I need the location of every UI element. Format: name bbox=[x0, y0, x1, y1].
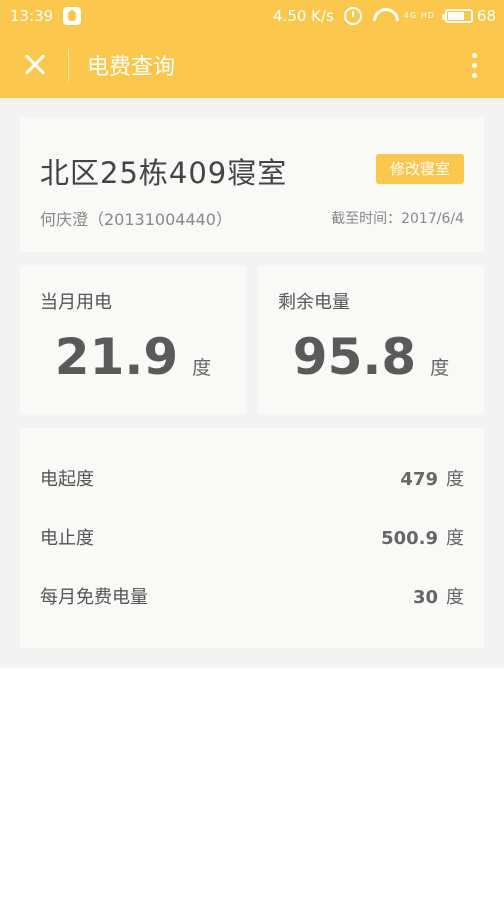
network-speed: 4.50 K/s bbox=[273, 7, 334, 25]
signal-icon: 4G HD bbox=[403, 11, 435, 20]
status-time: 13:39 bbox=[10, 7, 54, 25]
close-icon[interactable] bbox=[0, 32, 68, 98]
monthly-usage-label: 当月用电 bbox=[40, 292, 112, 313]
cutoff-date: 截至时间：2017/6/4 bbox=[331, 211, 464, 227]
detail-number: 30 bbox=[412, 587, 438, 608]
detail-value: 30 度 bbox=[413, 583, 464, 609]
app-bar: 电费查询 bbox=[0, 32, 504, 98]
battery-icon bbox=[441, 9, 473, 23]
remaining-power-label: 剩余电量 bbox=[278, 292, 350, 313]
wifi-icon bbox=[372, 8, 394, 24]
room-card: 北区25栋409寝室 修改寝室 何庆澄（20131004440） 截至时间：20… bbox=[20, 118, 484, 252]
status-bar: 13:39 4.50 K/s 4G HD 68 bbox=[0, 0, 504, 32]
remaining-power-number: 95.8 bbox=[292, 328, 417, 386]
detail-row-free-quota: 每月免费电量 30 度 bbox=[40, 581, 464, 611]
battery-indicator: 68 bbox=[441, 7, 496, 25]
monthly-usage-number: 21.9 bbox=[54, 328, 179, 386]
appbar-divider bbox=[68, 49, 69, 81]
main-content: 北区25栋409寝室 修改寝室 何庆澄（20131004440） 截至时间：20… bbox=[0, 98, 504, 668]
more-vertical-icon[interactable] bbox=[444, 32, 504, 98]
edit-room-button[interactable]: 修改寝室 bbox=[375, 154, 464, 184]
detail-value: 500.9 度 bbox=[381, 524, 464, 550]
page-title: 电费查询 bbox=[87, 55, 176, 80]
detail-label: 电起度 bbox=[40, 469, 94, 490]
detail-number: 500.9 bbox=[381, 528, 438, 549]
detail-row-end-reading: 电止度 500.9 度 bbox=[40, 522, 464, 552]
battery-percent: 68 bbox=[476, 7, 496, 25]
detail-label: 每月免费电量 bbox=[40, 587, 148, 608]
meter-detail-card: 电起度 479 度 电止度 500.9 度 每月免费电量 30 度 bbox=[20, 428, 484, 648]
remaining-power-unit: 度 bbox=[430, 357, 450, 379]
detail-number: 479 bbox=[400, 469, 438, 490]
detail-unit: 度 bbox=[446, 528, 464, 549]
room-name: 北区25栋409寝室 bbox=[40, 156, 288, 190]
detail-value: 479 度 bbox=[400, 465, 464, 491]
user-info: 何庆澄（20131004440） bbox=[40, 210, 232, 229]
monthly-usage-unit: 度 bbox=[192, 357, 212, 379]
alarm-icon bbox=[343, 7, 362, 25]
remaining-power-card: 剩余电量 95.8 度 bbox=[258, 266, 484, 414]
monthly-usage-value: 21.9 度 bbox=[20, 332, 246, 382]
detail-unit: 度 bbox=[446, 587, 464, 608]
detail-label: 电止度 bbox=[40, 528, 94, 549]
remaining-power-value: 95.8 度 bbox=[258, 332, 484, 382]
monthly-usage-card: 当月用电 21.9 度 bbox=[20, 266, 246, 414]
qq-notification-icon bbox=[63, 7, 82, 25]
detail-unit: 度 bbox=[446, 469, 464, 490]
detail-row-start-reading: 电起度 479 度 bbox=[40, 463, 464, 493]
